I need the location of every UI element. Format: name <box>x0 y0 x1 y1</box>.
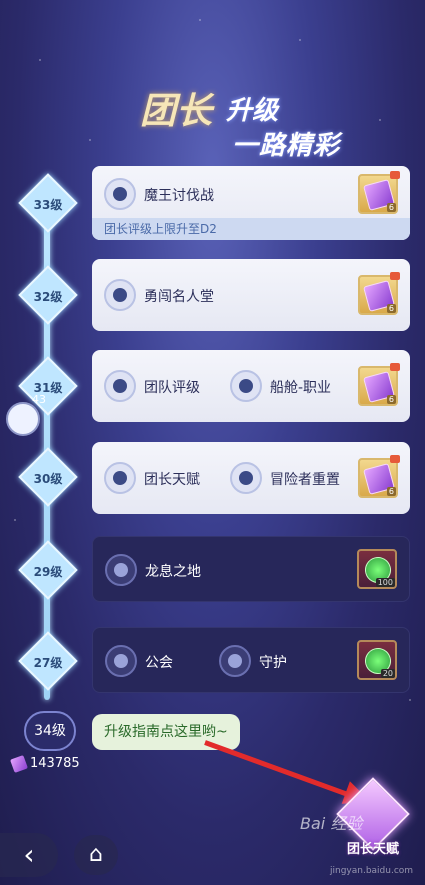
notice-dot <box>390 363 400 371</box>
gem-balance: 143785 <box>10 754 80 773</box>
level-label-27: 27级 <box>33 656 63 670</box>
guardian-icon <box>219 645 251 677</box>
level-card-27[interactable]: 公会 守护 20 <box>92 627 410 693</box>
watermark: Bai 经验 <box>300 814 363 833</box>
feature-label: 船舱-职业 <box>270 380 332 396</box>
title-line-1b: 升级 <box>226 96 279 126</box>
feature-label: 公会 <box>145 655 173 671</box>
back-button[interactable]: ‹ <box>0 833 58 877</box>
level-card-33[interactable]: 魔王讨伐战 6 团长评级上限升至D2 <box>92 166 410 240</box>
level-card-31[interactable]: 团队评级 船舱-职业 6 <box>92 350 410 422</box>
reward-count: 6 <box>386 203 396 212</box>
notice-dot <box>390 171 400 179</box>
reward-count: 6 <box>386 487 396 496</box>
level-label-33: 33级 <box>33 198 63 212</box>
current-level-badge: 34级 <box>24 711 76 751</box>
reward-item[interactable]: 6 <box>358 171 400 214</box>
reward-count: 100 <box>375 578 395 587</box>
feature-label: 魔王讨伐战 <box>144 188 214 204</box>
reward-item[interactable]: 100 <box>357 549 397 589</box>
dragon-breath-icon <box>105 554 137 586</box>
chat-float-count: 43 <box>32 393 46 406</box>
reward-item[interactable]: 6 <box>358 455 400 498</box>
guild-icon <box>105 645 137 677</box>
hall-of-fame-icon <box>104 279 136 311</box>
home-button[interactable]: ⌂ <box>74 835 118 875</box>
notice-dot <box>390 455 400 463</box>
level-card-29[interactable]: 龙息之地 100 <box>92 536 410 602</box>
reward-item[interactable]: 6 <box>358 363 400 406</box>
feature-label: 勇闯名人堂 <box>144 289 214 305</box>
feature-label: 龙息之地 <box>145 564 201 580</box>
reward-item[interactable]: 20 <box>357 640 397 680</box>
level-note: 团长评级上限升至D2 <box>92 218 410 240</box>
watermark-url: jingyan.baidu.com <box>330 866 414 876</box>
reward-count: 20 <box>380 669 395 678</box>
level-label-29: 29级 <box>33 565 63 579</box>
feature-label: 团长天赋 <box>144 472 200 488</box>
level-label-30: 30级 <box>33 472 63 486</box>
reward-count: 6 <box>386 395 396 404</box>
reward-item[interactable]: 6 <box>358 272 400 315</box>
cabin-icon <box>230 370 262 402</box>
title-line-1: 团长 <box>140 91 213 132</box>
page-title: 团长 升级 一路精彩 <box>140 70 341 161</box>
chat-float-button[interactable] <box>6 402 40 436</box>
level-label-31: 31级 <box>33 381 63 395</box>
team-rating-icon <box>104 370 136 402</box>
level-card-30[interactable]: 团长天赋 冒险者重置 6 <box>92 442 410 514</box>
gem-icon <box>10 754 28 773</box>
demon-king-icon <box>104 178 136 210</box>
bottom-bar: ‹ ⌂ <box>0 825 425 885</box>
home-icon: ⌂ <box>89 842 103 867</box>
notice-dot <box>390 272 400 280</box>
feature-label: 守护 <box>259 655 287 671</box>
adventurer-reset-icon <box>230 462 262 494</box>
feature-label: 冒险者重置 <box>270 472 340 488</box>
feature-label: 团队评级 <box>144 380 200 396</box>
level-card-32[interactable]: 勇闯名人堂 6 <box>92 259 410 331</box>
back-arrow-icon: ‹ <box>23 838 35 871</box>
talent-icon <box>104 462 136 494</box>
gem-balance-value: 143785 <box>30 756 80 771</box>
reward-count: 6 <box>386 304 396 313</box>
title-line-2: 一路精彩 <box>232 131 341 161</box>
level-label-32: 32级 <box>33 290 63 304</box>
